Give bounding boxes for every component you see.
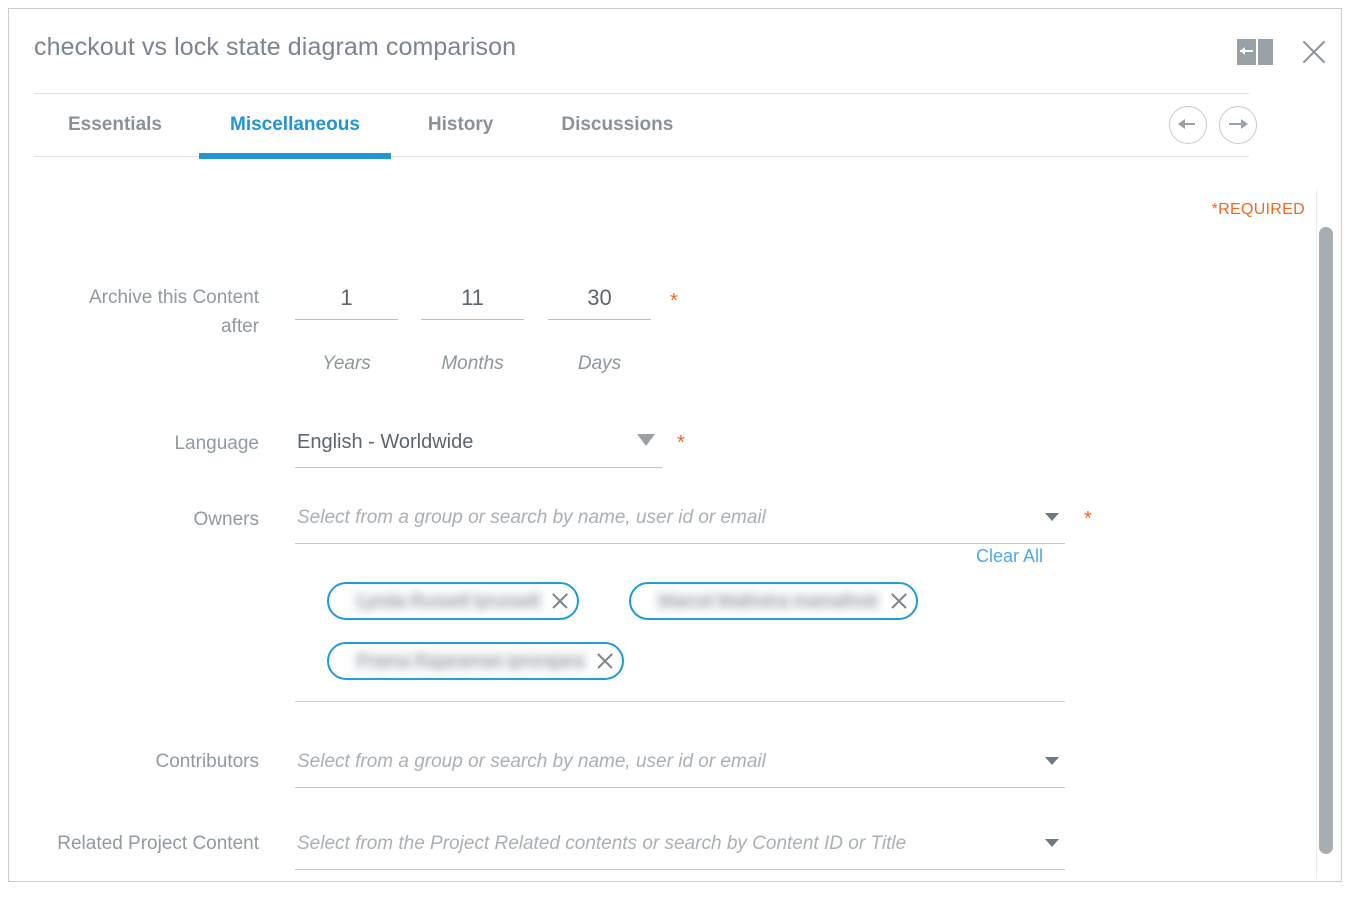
owners-section-divider: [295, 701, 1065, 702]
remove-owner-icon[interactable]: [547, 588, 573, 614]
collapse-panel-icon[interactable]: [1237, 39, 1273, 65]
required-note: *REQUIRED: [1211, 201, 1305, 218]
vertical-scrollbar[interactable]: [1316, 189, 1335, 879]
language-required-star: *: [677, 432, 685, 454]
tab-essentials[interactable]: Essentials: [34, 94, 196, 156]
tab-history[interactable]: History: [394, 94, 527, 156]
chevron-down-icon[interactable]: [1045, 757, 1059, 765]
chevron-down-icon[interactable]: [1045, 839, 1059, 847]
owners-label: Owners: [193, 509, 259, 530]
archive-years-value: 1: [340, 285, 353, 310]
tab-essentials-label: Essentials: [68, 114, 162, 135]
tab-discussions-label: Discussions: [561, 114, 674, 135]
chevron-down-icon[interactable]: [637, 434, 655, 446]
archive-months-value: 11: [461, 285, 484, 310]
archive-years-unit: Years: [322, 353, 371, 374]
tab-miscellaneous[interactable]: Miscellaneous: [196, 94, 394, 159]
owner-chip-name: Lynda Russell lyrussell: [353, 590, 544, 612]
owner-chip[interactable]: Marcel Malhotra mamalhotr: [629, 582, 919, 620]
collapse-icon-right-pane: [1258, 39, 1273, 65]
tab-miscellaneous-label: Miscellaneous: [230, 114, 360, 135]
related-project-content-label: Related Project Content: [57, 833, 259, 854]
arrow-left-head: [1178, 119, 1185, 129]
tab-list: Essentials Miscellaneous History Discuss…: [34, 94, 707, 159]
archive-days-value: 30: [587, 285, 612, 310]
owner-chip[interactable]: Lynda Russell lyrussell: [327, 582, 580, 620]
chevron-down-icon[interactable]: [1045, 513, 1059, 521]
tab-nav-buttons: [1169, 106, 1257, 144]
scrollbar-thumb[interactable]: [1319, 227, 1333, 854]
archive-label-line1: Archive this Content: [88, 287, 259, 308]
collapse-icon-arrow: [1240, 47, 1253, 55]
contributors-input[interactable]: Select from a group or search by name, u…: [295, 747, 1065, 788]
owners-placeholder: Select from a group or search by name, u…: [297, 507, 766, 528]
related-project-content-placeholder: Select from the Project Related contents…: [297, 833, 907, 854]
arrow-right-icon[interactable]: [1219, 106, 1257, 144]
archive-required-star: *: [670, 290, 678, 312]
related-project-content-input[interactable]: Select from the Project Related contents…: [295, 829, 1065, 870]
page-title: checkout vs lock state diagram compariso…: [34, 33, 517, 61]
owner-chip[interactable]: Prama Rajaraman iprorajara: [327, 642, 625, 680]
archive-label-line2: after: [220, 316, 259, 337]
remove-owner-icon[interactable]: [886, 588, 912, 614]
dialog-titlebar: checkout vs lock state diagram compariso…: [9, 9, 1341, 87]
archive-days-unit: Days: [577, 353, 622, 374]
arrow-right-head: [1241, 119, 1248, 129]
close-icon[interactable]: [1295, 33, 1333, 71]
clear-all-button[interactable]: Clear All: [976, 546, 1043, 567]
tab-discussions[interactable]: Discussions: [527, 94, 707, 156]
remove-owner-icon[interactable]: [592, 648, 618, 674]
owners-input[interactable]: Select from a group or search by name, u…: [295, 503, 1065, 544]
tab-bar: Essentials Miscellaneous History Discuss…: [34, 93, 1257, 159]
tab-history-label: History: [427, 114, 494, 135]
language-label: Language: [174, 433, 259, 454]
language-select[interactable]: English - Worldwide: [295, 427, 662, 468]
contributors-label: Contributors: [155, 751, 260, 772]
arrow-left-icon[interactable]: [1169, 106, 1207, 144]
owner-chip-name: Marcel Malhotra mamalhotr: [655, 590, 883, 612]
archive-days-input[interactable]: 30: [548, 281, 651, 320]
language-value: English - Worldwide: [297, 431, 474, 453]
owner-chip-name: Prama Rajaraman iprorajara: [353, 650, 589, 672]
contributors-placeholder: Select from a group or search by name, u…: [297, 751, 766, 772]
archive-months-unit: Months: [441, 353, 504, 374]
archive-years-input[interactable]: 1: [295, 281, 398, 320]
content-properties-dialog: checkout vs lock state diagram compariso…: [8, 8, 1342, 882]
archive-months-input[interactable]: 11: [421, 281, 524, 320]
owners-required-star: *: [1084, 508, 1092, 530]
